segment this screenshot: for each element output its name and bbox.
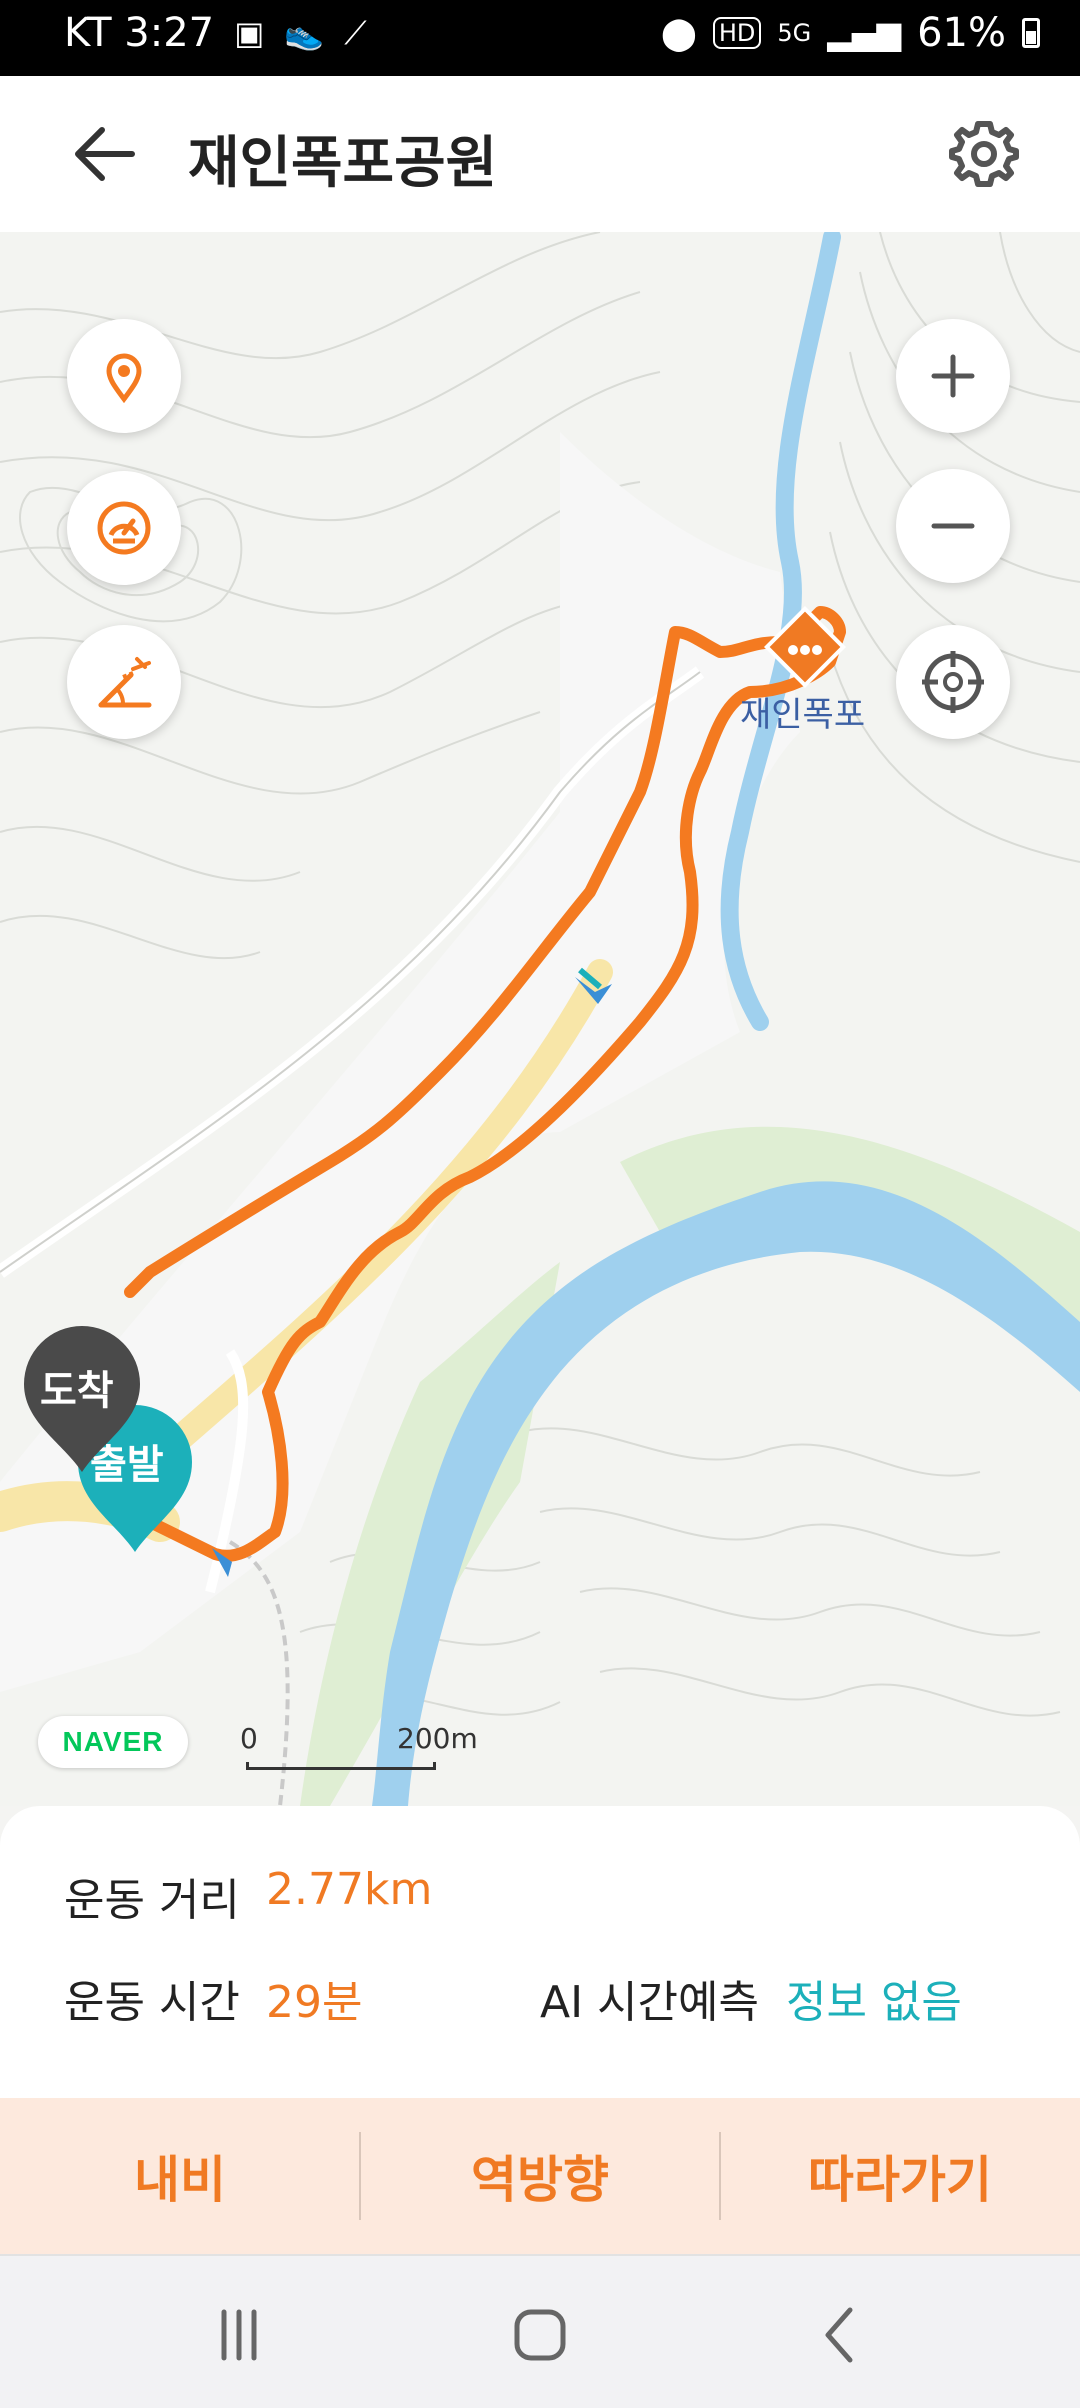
map-canvas — [0, 232, 1080, 1806]
back-nav-button[interactable] — [806, 2300, 876, 2370]
page-title: 재인폭포공원 — [188, 131, 498, 196]
distance-label: 운동 거리 — [64, 1875, 240, 1926]
workout-info-panel: 운동 거리 2.77km 운동 시간 29분 AI 시간예측 정보 없음 — [0, 1806, 1080, 2098]
current-location-button[interactable] — [896, 625, 1010, 739]
slope-icon — [98, 657, 152, 708]
speed-button[interactable] — [67, 471, 181, 585]
gear-icon — [949, 121, 1019, 187]
action-bar: 내비 역방향 따라가기 — [0, 2098, 1080, 2254]
scale-end: 200m — [397, 1722, 478, 1755]
place-label[interactable]: 재인폭포 — [740, 687, 865, 736]
speedometer-icon — [97, 501, 151, 555]
ai-time-value: 정보 없음 — [786, 1977, 962, 2028]
arrow-left-icon — [75, 127, 135, 181]
battery-percent: 61% — [917, 10, 1006, 56]
elevation-button[interactable] — [67, 625, 181, 739]
status-bar: KT 3:27 ▣ 👟 ⟋ ⬤ HD 5G ▂▄▆ 61% — [0, 0, 1080, 76]
distance-value: 2.77km — [266, 1864, 433, 1915]
zoom-in-button[interactable] — [896, 319, 1010, 433]
arrive-marker[interactable]: 도착 — [18, 1322, 146, 1482]
map-scale: 0 200m — [240, 1722, 478, 1772]
recent-apps-icon — [221, 2309, 257, 2361]
chevron-left-icon — [825, 2307, 853, 2363]
time-label: 운동 시간 — [64, 1977, 240, 2028]
carrier-time: KT 3:27 — [64, 10, 215, 56]
reverse-route-button[interactable]: 역방향 — [360, 2098, 720, 2254]
5g-icon: 5G — [777, 19, 812, 47]
back-button[interactable] — [70, 122, 140, 186]
zoom-out-button[interactable] — [896, 469, 1010, 583]
time-value: 29분 — [266, 1977, 363, 2028]
battery-icon — [1022, 18, 1040, 48]
shoe-icon: 👟 — [284, 14, 325, 52]
scale-start: 0 — [240, 1722, 258, 1755]
minus-icon — [931, 523, 975, 529]
plus-icon — [931, 354, 975, 398]
home-button[interactable] — [505, 2300, 575, 2370]
follow-route-button[interactable]: 따라가기 — [720, 2098, 1080, 2254]
home-icon — [514, 2309, 566, 2361]
settings-button[interactable] — [948, 118, 1020, 190]
app-bar: 재인폭포공원 — [0, 76, 1080, 232]
hd-icon: HD — [712, 17, 762, 49]
sync-icon: ⟋ — [344, 13, 367, 52]
location-icon: ⬤ — [661, 14, 697, 52]
image-icon: ▣ — [234, 14, 265, 52]
system-nav-bar — [0, 2254, 1080, 2408]
signal-icon: ▂▄▆ — [827, 14, 902, 52]
scale-bar — [246, 1762, 436, 1770]
my-location-button[interactable] — [67, 319, 181, 433]
arrive-label: 도착 — [40, 1368, 114, 1414]
map-view[interactable]: 재인폭포 출발 도착 NAVER 0 200m — [0, 232, 1080, 1806]
crosshair-icon — [922, 651, 984, 713]
recent-apps-button[interactable] — [204, 2300, 274, 2370]
navigation-button[interactable]: 내비 — [0, 2098, 360, 2254]
location-pin-icon — [106, 353, 142, 403]
ai-time-label: AI 시간예측 — [540, 1977, 759, 2028]
naver-logo: NAVER — [38, 1716, 188, 1768]
